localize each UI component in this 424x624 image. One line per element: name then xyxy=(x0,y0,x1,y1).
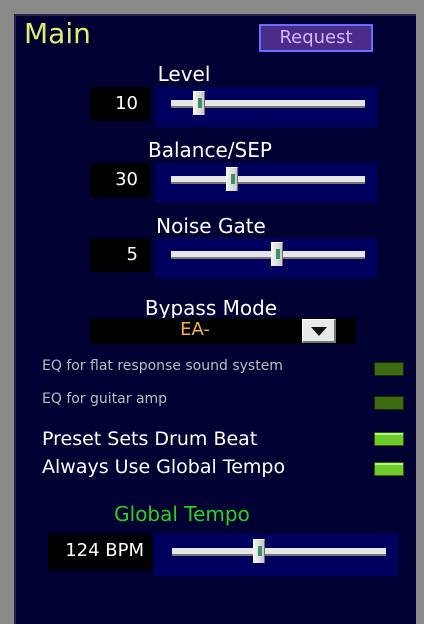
chevron-down-icon[interactable] xyxy=(302,319,336,343)
global-tempo-toggle[interactable] xyxy=(374,462,404,476)
global-tempo-slider-thumb[interactable] xyxy=(253,539,265,563)
request-button[interactable]: Request xyxy=(259,24,373,52)
level-value: 10 xyxy=(90,87,150,121)
window-frame-right xyxy=(416,0,424,624)
global-tempo-slider[interactable] xyxy=(154,534,398,576)
bypass-mode-value: EA- xyxy=(180,319,210,340)
bypass-mode-label: Bypass Mode xyxy=(144,296,278,320)
balance-slider-thumb[interactable] xyxy=(226,167,238,191)
level-slider-thumb[interactable] xyxy=(193,91,205,115)
level-slider[interactable] xyxy=(155,87,377,127)
global-tempo-slider-rail xyxy=(172,548,386,554)
eq-guitar-toggle[interactable] xyxy=(374,396,404,410)
noise-gate-value: 5 xyxy=(90,238,150,272)
balance-label: Balance/SEP xyxy=(148,138,272,162)
level-label: Level xyxy=(157,62,211,86)
eq-guitar-label: EQ for guitar amp xyxy=(42,391,168,407)
global-tempo-toggle-label: Always Use Global Tempo xyxy=(42,456,286,478)
noise-gate-slider-thumb[interactable] xyxy=(271,242,283,266)
window-frame-top xyxy=(0,0,424,14)
global-tempo-value: 124 BPM xyxy=(48,534,152,570)
preset-drum-label: Preset Sets Drum Beat xyxy=(42,428,258,450)
noise-gate-label: Noise Gate xyxy=(156,214,266,238)
balance-slider[interactable] xyxy=(155,163,377,203)
window-frame-left xyxy=(0,0,14,624)
panel-title: Main xyxy=(24,17,91,50)
noise-gate-slider[interactable] xyxy=(155,238,377,278)
balance-slider-rail xyxy=(171,176,365,182)
global-tempo-title: Global Tempo xyxy=(114,502,250,526)
eq-flat-label: EQ for flat response sound system xyxy=(42,358,283,374)
balance-value: 30 xyxy=(90,163,150,197)
bypass-mode-dropdown[interactable]: EA- xyxy=(90,318,356,344)
eq-flat-toggle[interactable] xyxy=(374,362,404,376)
preset-drum-toggle[interactable] xyxy=(374,432,404,446)
noise-gate-slider-rail xyxy=(171,251,365,257)
